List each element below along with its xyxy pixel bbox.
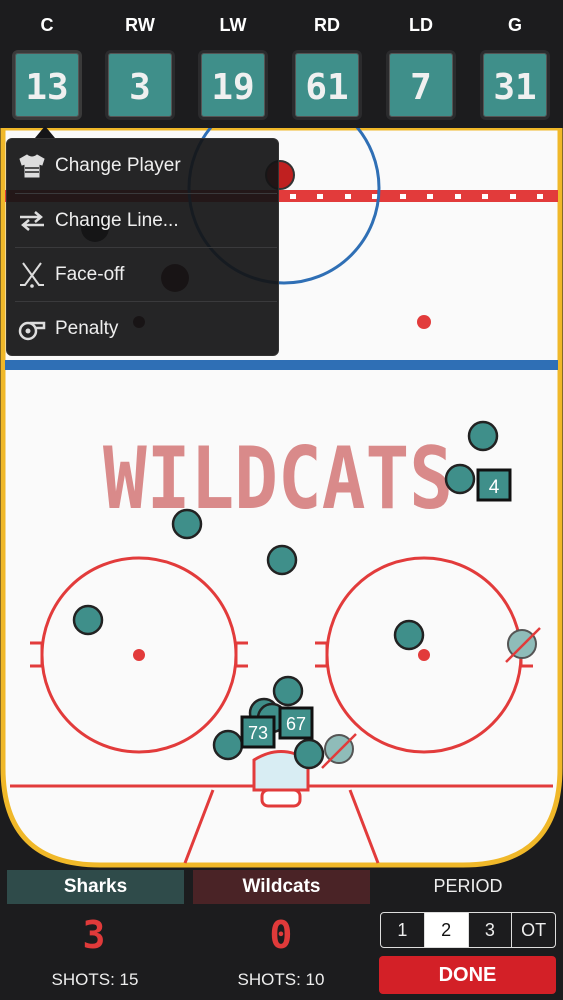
goal-tag-label: 73 — [248, 723, 268, 743]
away-score: 0 — [269, 913, 293, 957]
shot-marker — [72, 604, 104, 636]
jersey-icon — [17, 151, 47, 181]
whistle-icon — [17, 314, 47, 344]
goal-tag-73: 73 — [240, 715, 276, 749]
period-button-1[interactable]: 1 — [381, 913, 425, 947]
period-selector: 1 2 3 OT — [380, 912, 556, 948]
jersey-button[interactable]: 3 — [105, 50, 175, 120]
jersey-button[interactable]: 31 — [480, 50, 550, 120]
jersey-button[interactable]: 19 — [198, 50, 268, 120]
menu-pointer — [35, 126, 55, 138]
position-c: C 13 — [7, 0, 87, 120]
position-label: G — [507, 15, 522, 35]
menu-item-label: Penalty — [55, 318, 119, 339]
shot-marker — [393, 619, 425, 651]
jersey-button[interactable]: 7 — [386, 50, 456, 120]
goal-tag-label: 67 — [286, 714, 306, 734]
goal-tag-4: 4 — [476, 468, 512, 502]
period-button-2[interactable]: 2 — [424, 913, 469, 947]
scoreboard: Sharks Wildcats 3 0 SHOTS: 15 SHOTS: 10 … — [0, 868, 563, 1000]
goal-tag-label: 4 — [489, 477, 500, 498]
jersey-button[interactable]: 13 — [12, 50, 82, 120]
position-label: RD — [314, 15, 340, 35]
goal-net — [260, 788, 302, 808]
goal-tag-67: 67 — [278, 706, 314, 740]
position-rw: RW 3 — [100, 0, 180, 120]
shot-marker — [293, 738, 325, 770]
position-label: RW — [125, 15, 155, 35]
menu-item-label: Face-off — [55, 264, 125, 285]
away-team-tab[interactable]: Wildcats — [193, 870, 370, 904]
position-bar: C 13 RW 3 LW 19 RD 61 LD 7 G 31 — [0, 0, 563, 130]
position-rd: RD 61 — [287, 0, 367, 120]
home-team-tab[interactable]: Sharks — [7, 870, 184, 904]
menu-item-face-off[interactable]: Face-off — [7, 248, 278, 302]
shot-marker — [266, 544, 298, 576]
menu-item-change-line[interactable]: Change Line... — [7, 194, 278, 248]
neutral-dot — [417, 315, 431, 329]
position-label: LW — [219, 15, 247, 35]
menu-item-penalty[interactable]: Penalty — [7, 302, 278, 356]
player-context-menu: Change Player Change Line... Face-off Pe… — [6, 138, 279, 356]
faceoff-dot-left — [133, 649, 145, 661]
home-score: 3 — [82, 913, 106, 957]
done-button[interactable]: DONE — [379, 956, 556, 994]
position-ld: LD 7 — [381, 0, 461, 120]
menu-item-label: Change Line... — [55, 210, 179, 231]
menu-item-label: Change Player — [55, 155, 181, 176]
shot-marker — [444, 463, 476, 495]
position-label: LD — [409, 15, 433, 35]
period-button-ot[interactable]: OT — [512, 913, 555, 947]
period-button-3[interactable]: 3 — [469, 913, 513, 947]
position-g: G 31 — [475, 0, 555, 120]
crossed-sticks-icon — [17, 260, 47, 290]
jersey-button[interactable]: 61 — [292, 50, 362, 120]
shot-marker — [467, 420, 499, 452]
away-shots: SHOTS: 10 — [237, 970, 325, 989]
faceoff-dot-right — [418, 649, 430, 661]
blue-line — [5, 360, 558, 370]
period-label: PERIOD — [433, 876, 503, 896]
team-logo-text: WILDCATS — [103, 429, 453, 529]
shot-marker — [171, 508, 203, 540]
position-lw: LW 19 — [193, 0, 273, 120]
swap-arrows-icon — [17, 206, 47, 236]
menu-item-change-player[interactable]: Change Player — [7, 139, 278, 193]
position-label: C — [40, 15, 54, 35]
home-shots: SHOTS: 15 — [51, 970, 139, 989]
shot-marker — [212, 729, 244, 761]
shot-marker — [272, 675, 304, 707]
